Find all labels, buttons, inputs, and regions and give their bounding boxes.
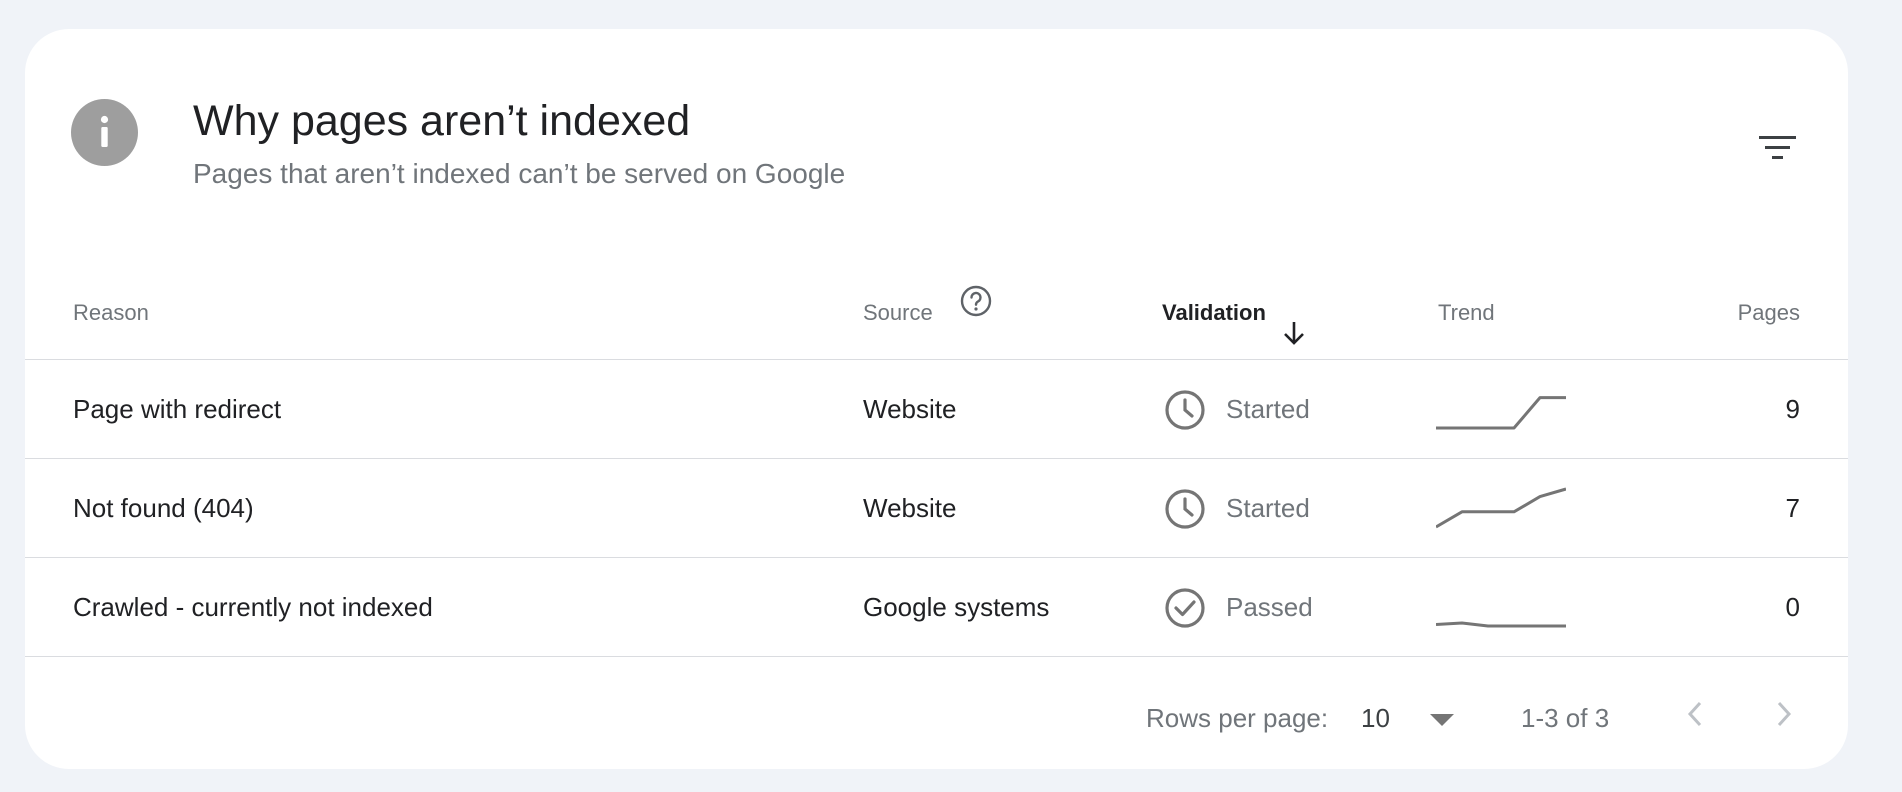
rows-per-page-value: 10: [1361, 703, 1390, 733]
pagination-range: 1-3 of 3: [1521, 703, 1610, 733]
card-subtitle: Pages that aren’t indexed can’t be serve…: [193, 158, 846, 189]
trend-line: [1436, 487, 1566, 529]
column-header-validation[interactable]: Validation: [1162, 300, 1266, 326]
row-pages: 7: [1785, 493, 1800, 523]
row-reason: Not found (404): [73, 493, 254, 523]
previous-page-button[interactable]: [1671, 689, 1721, 739]
table-row[interactable]: Page with redirect Website Started 9: [25, 360, 1848, 458]
column-header-reason[interactable]: Reason: [73, 300, 149, 326]
filter-icon: [1759, 136, 1796, 159]
row-pages: 0: [1785, 592, 1800, 622]
dropdown-arrow-icon: [1430, 714, 1454, 726]
row-validation-status: Passed: [1226, 592, 1313, 622]
trend-line: [1436, 621, 1566, 628]
trend-sparkline: [1436, 487, 1566, 529]
arrow-down-icon[interactable]: [1281, 319, 1307, 347]
clock-icon: [1165, 390, 1205, 430]
rows-per-page-label: Rows per page:: [1146, 703, 1329, 733]
indexing-card: Why pages aren’t indexed Pages that aren…: [25, 29, 1848, 769]
card-title: Why pages aren’t indexed: [193, 97, 691, 145]
row-reason: Page with redirect: [73, 394, 282, 424]
column-header-source[interactable]: Source: [863, 300, 933, 326]
column-header-pages[interactable]: Pages: [1738, 300, 1800, 326]
info-icon: [71, 99, 138, 166]
rows-per-page-select[interactable]: 10: [1361, 693, 1481, 743]
column-header-trend: Trend: [1438, 300, 1495, 325]
row-reason: Crawled - currently not indexed: [73, 592, 433, 622]
trend-sparkline: [1436, 621, 1566, 628]
row-source: Website: [863, 394, 957, 424]
trend-sparkline: [1436, 396, 1566, 430]
chevron-right-icon: [1777, 701, 1792, 727]
chevron-left-icon: [1687, 701, 1702, 727]
row-source: Google systems: [863, 592, 1050, 622]
help-circle-icon: [960, 285, 992, 317]
row-validation-status: Started: [1226, 493, 1310, 523]
table-row[interactable]: Crawled - currently not indexed Google s…: [25, 558, 1848, 656]
row-validation-status: Started: [1226, 394, 1310, 424]
next-page-button[interactable]: [1758, 689, 1808, 739]
table-bottom-divider: [25, 656, 1848, 657]
check-circle-icon: [1165, 588, 1205, 628]
clock-icon: [1165, 489, 1205, 529]
source-help-button[interactable]: [959, 284, 993, 318]
filter-button[interactable]: [1751, 121, 1805, 175]
row-pages: 9: [1785, 394, 1800, 424]
table-row[interactable]: Not found (404) Website Started 7: [25, 459, 1848, 557]
trend-line: [1436, 396, 1566, 430]
row-source: Website: [863, 493, 957, 523]
